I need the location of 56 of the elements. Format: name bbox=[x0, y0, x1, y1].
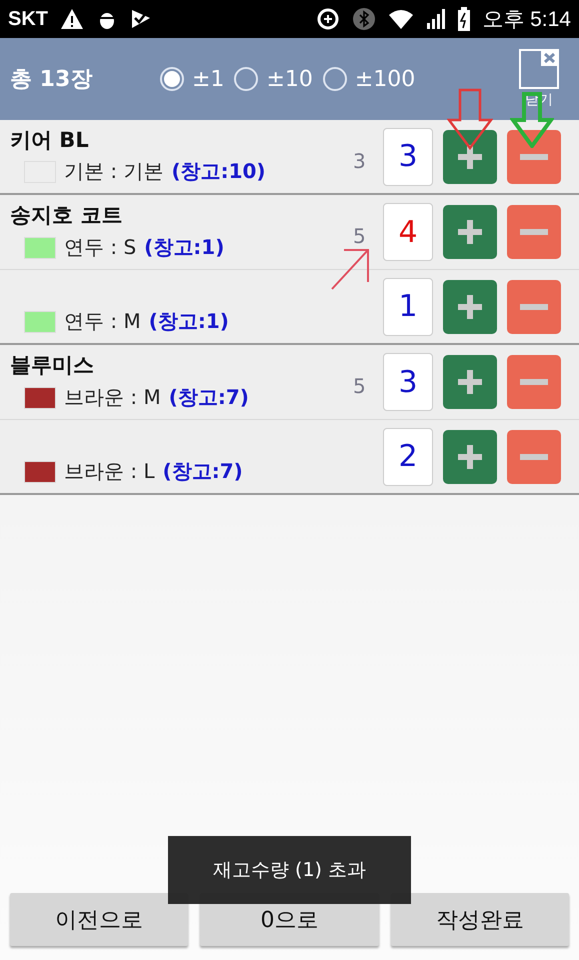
minus-button[interactable] bbox=[507, 355, 561, 409]
stock-label: (창고:7) bbox=[168, 384, 249, 411]
option-label: 브라운 : L bbox=[64, 458, 155, 485]
product-name: 키어 BL bbox=[10, 127, 90, 154]
plus-icon bbox=[456, 292, 484, 320]
group-count: 5 bbox=[353, 224, 366, 248]
option-label: 브라운 : M bbox=[64, 384, 161, 411]
option-label: 연두 : S bbox=[64, 234, 136, 261]
minus-icon bbox=[520, 304, 548, 310]
sync-icon bbox=[316, 7, 340, 31]
minus-button[interactable] bbox=[507, 280, 561, 334]
quantity-field[interactable]: 2 bbox=[383, 428, 433, 486]
battery-icon bbox=[458, 7, 470, 31]
carrier-label: SKT bbox=[8, 8, 48, 30]
minus-icon bbox=[520, 379, 548, 385]
stock-label: (창고:7) bbox=[162, 458, 243, 485]
minus-button[interactable] bbox=[507, 430, 561, 484]
stock-label: (창고:1) bbox=[148, 308, 229, 335]
action-button[interactable]: 작성완료 bbox=[390, 893, 569, 946]
option-label: 기본 : 기본 bbox=[64, 158, 164, 185]
close-window-icon bbox=[519, 49, 559, 89]
quantity-field[interactable]: 3 bbox=[383, 128, 433, 186]
stock-label: (창고:1) bbox=[144, 234, 224, 261]
warning-icon bbox=[60, 8, 84, 30]
plus-button[interactable] bbox=[443, 130, 497, 184]
group-count: 3 bbox=[353, 148, 366, 172]
plus-button[interactable] bbox=[443, 205, 497, 259]
quantity-field[interactable]: 1 bbox=[383, 278, 433, 336]
group-count: 5 bbox=[353, 374, 366, 398]
arrow-icon bbox=[447, 88, 493, 150]
minus-icon bbox=[520, 229, 548, 235]
quantity-field[interactable]: 4 bbox=[383, 203, 433, 261]
minus-button[interactable] bbox=[507, 205, 561, 259]
stock-toast: 재고수량 (1) 초과 bbox=[168, 836, 411, 904]
action-button[interactable]: 이전으로 bbox=[10, 893, 188, 946]
plus-icon bbox=[456, 368, 484, 396]
wifi-icon bbox=[388, 8, 414, 30]
quantity-field[interactable]: 3 bbox=[383, 353, 433, 411]
minus-icon bbox=[520, 154, 548, 160]
minus-icon bbox=[520, 454, 548, 460]
plus-button[interactable] bbox=[443, 430, 497, 484]
plus-icon bbox=[456, 218, 484, 246]
clock: 오후 5:14 bbox=[482, 7, 571, 33]
product-name: 블루미스 bbox=[10, 352, 95, 379]
minus-button[interactable] bbox=[507, 130, 561, 184]
bluetooth-icon bbox=[352, 7, 376, 31]
plus-button[interactable] bbox=[443, 355, 497, 409]
product-name: 송지호 코트 bbox=[10, 202, 124, 229]
total-count: 총 13장 bbox=[10, 66, 94, 94]
plus-icon bbox=[456, 142, 484, 170]
plus-icon bbox=[456, 442, 484, 470]
check-icon bbox=[130, 8, 152, 30]
signal-icon bbox=[426, 8, 446, 30]
stock-label: (창고:10) bbox=[171, 158, 266, 185]
option-label: 연두 : M bbox=[64, 308, 141, 335]
plus-button[interactable] bbox=[443, 280, 497, 334]
